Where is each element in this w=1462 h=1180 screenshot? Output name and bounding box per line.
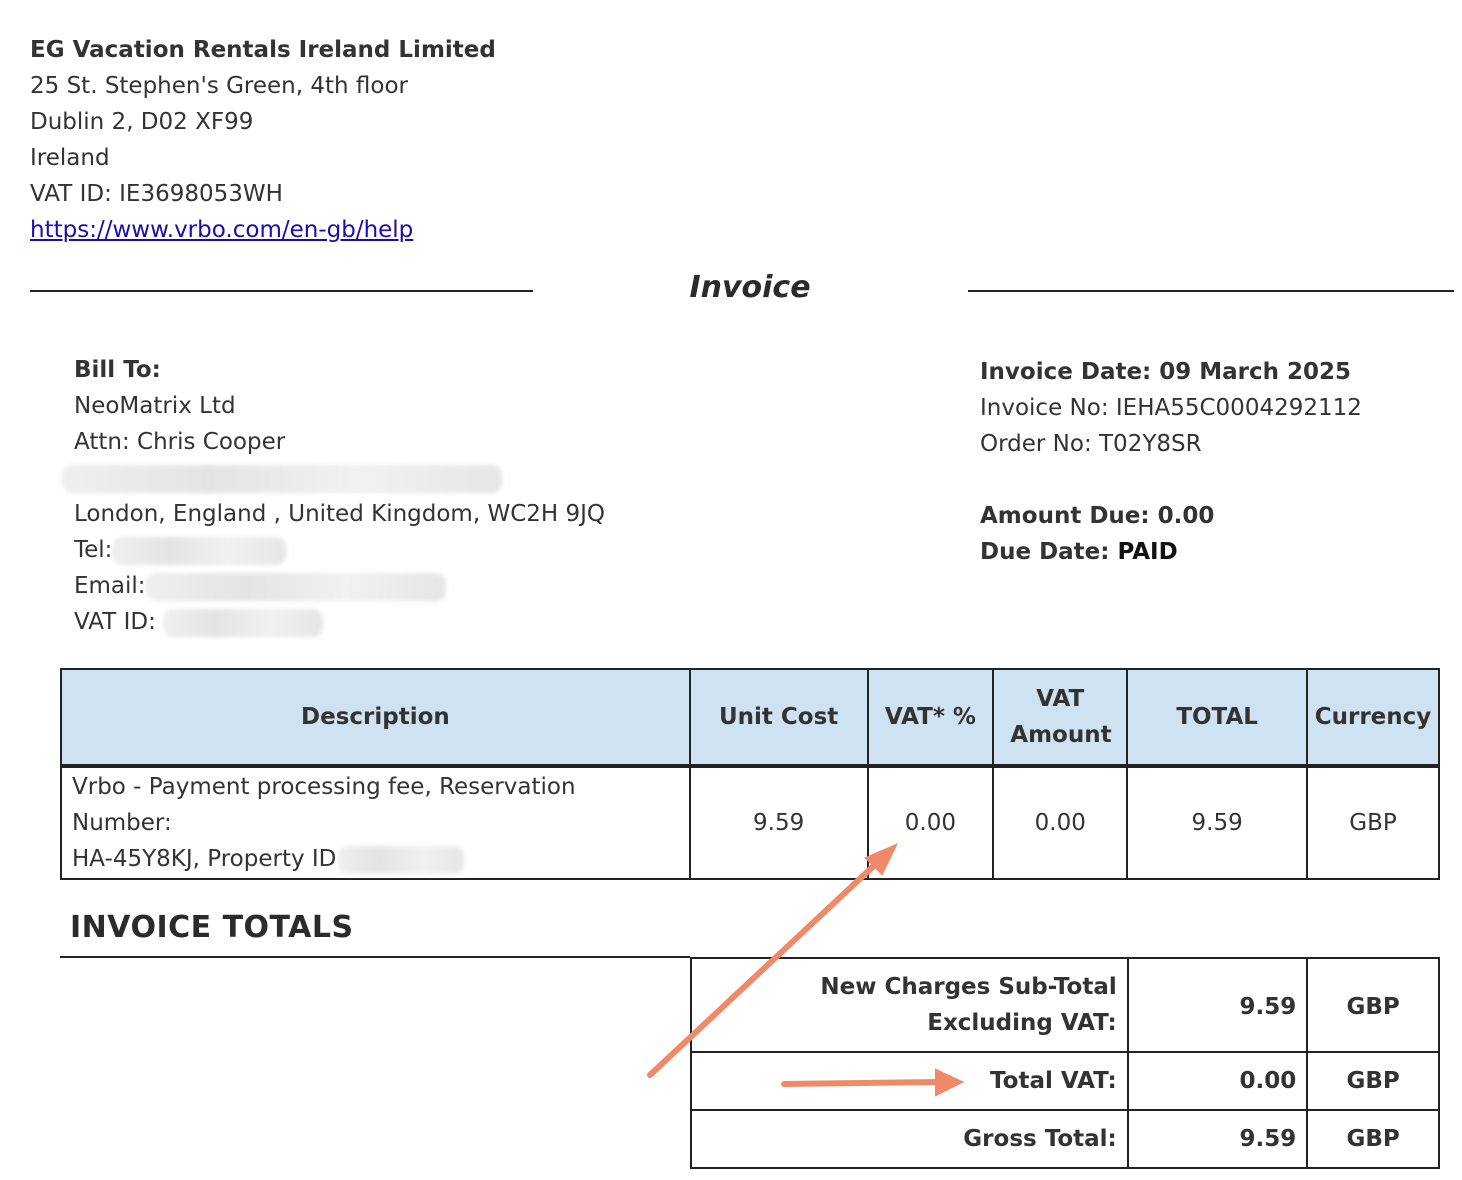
arrow-to-vat-pct	[647, 857, 883, 1078]
annotation-arrows	[647, 843, 965, 1097]
arrow-to-total-vat	[781, 1079, 943, 1087]
arrow-head-total-vat	[935, 1068, 965, 1097]
